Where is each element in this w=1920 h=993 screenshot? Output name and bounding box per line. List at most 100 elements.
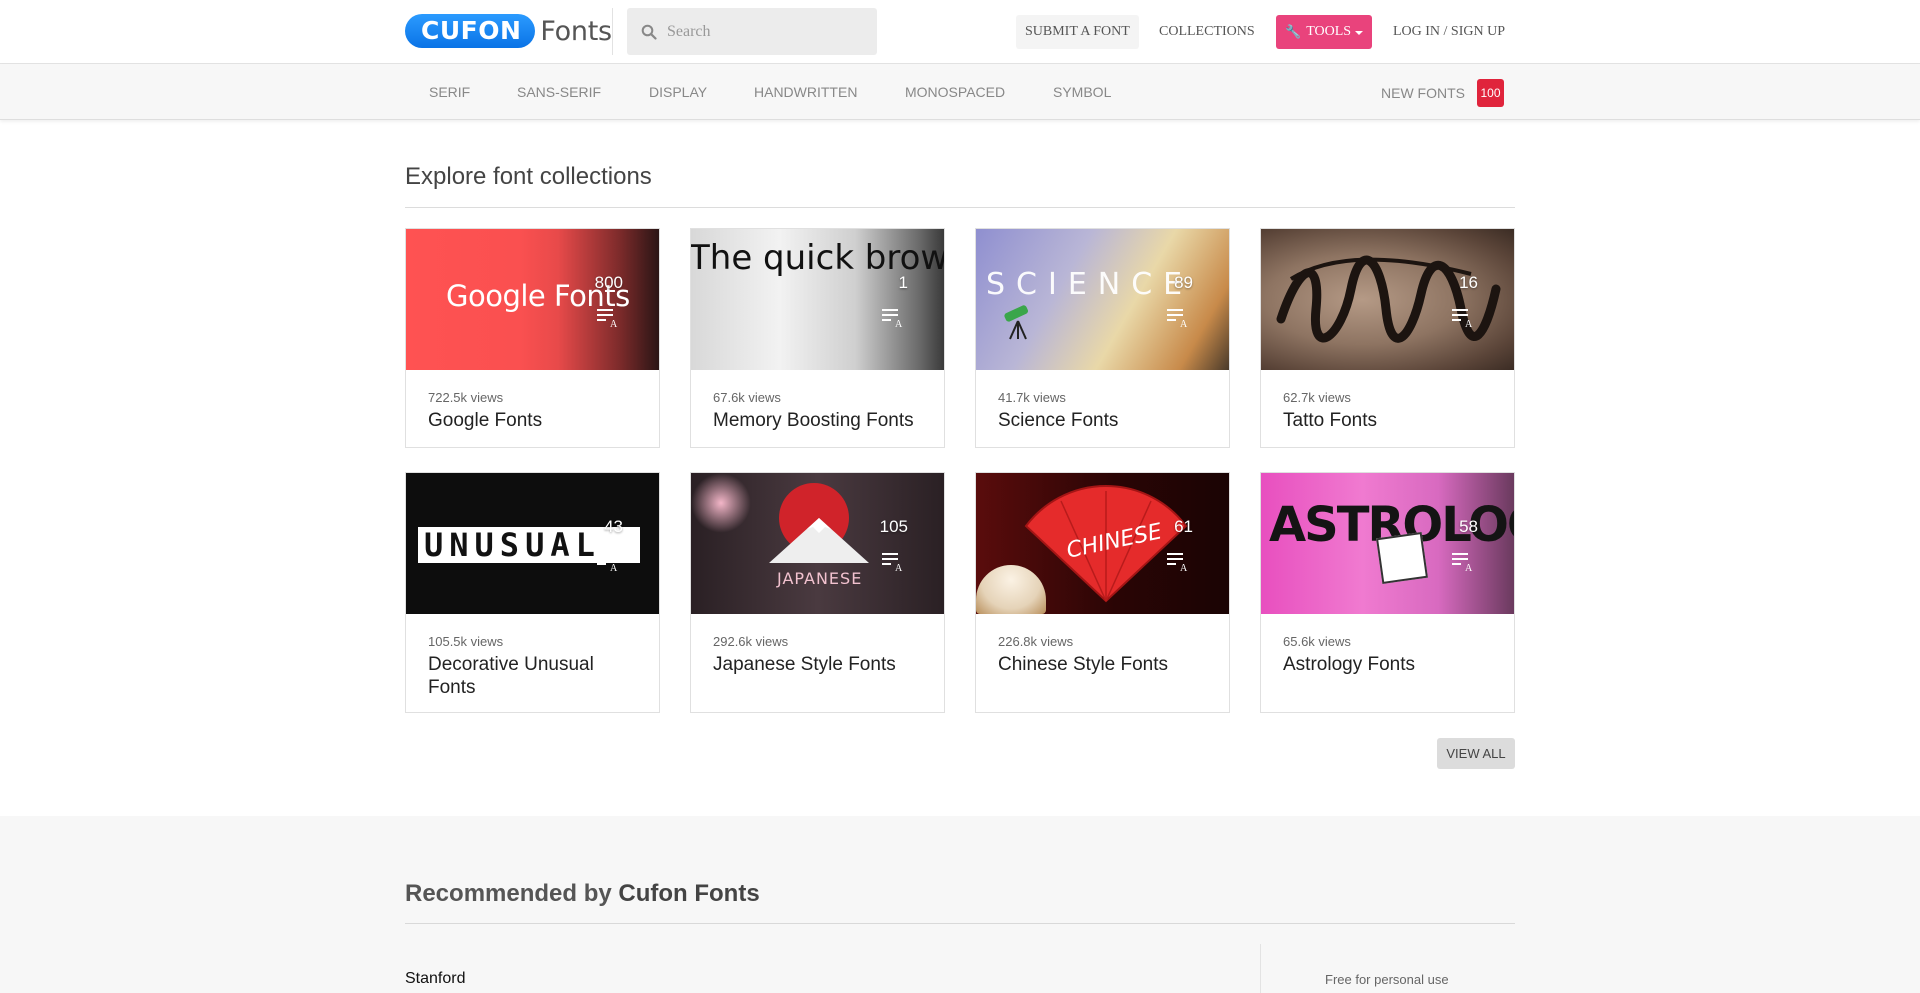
login-signup-link[interactable]: LOG IN / SIGN UP xyxy=(1393,15,1505,49)
view-all-button[interactable]: VIEW ALL xyxy=(1437,738,1515,769)
font-list-icon: A xyxy=(1452,553,1473,571)
collection-thumbnail: Google Fonts 800 A xyxy=(406,229,659,370)
new-fonts-link[interactable]: NEW FONTS 100 xyxy=(1381,79,1504,107)
collection-card-google-fonts[interactable]: Google Fonts 800 A 722.5k views Google F… xyxy=(405,228,660,448)
tools-dropdown-button[interactable]: 🔧 TOOLS xyxy=(1276,15,1373,49)
collection-thumbnail: JAPANESE 105 A xyxy=(691,473,944,614)
collection-name[interactable]: Science Fonts xyxy=(998,409,1207,432)
cherry-blossom-graphic xyxy=(691,473,751,533)
collection-name[interactable]: Decorative Unusual Fonts xyxy=(428,653,637,699)
recommended-title-brand: Cufon Fonts xyxy=(618,880,760,907)
svg-text:A: A xyxy=(895,563,903,571)
category-sans-serif[interactable]: SANS-SERIF xyxy=(517,64,601,120)
search-input[interactable] xyxy=(667,22,857,41)
recommended-title-bold: Recommended by xyxy=(405,880,612,907)
logo-word: Fonts xyxy=(540,15,612,47)
collection-thumbnail: UNUSUAL 43 A xyxy=(406,473,659,614)
recommended-divider xyxy=(405,923,1515,924)
category-serif[interactable]: SERIF xyxy=(429,64,470,120)
tattoo-script-image xyxy=(1276,255,1501,343)
category-monospaced[interactable]: MONOSPACED xyxy=(905,64,1005,120)
thumbnail-text: JAPANESE xyxy=(777,569,863,588)
font-count: 16 xyxy=(1459,273,1478,292)
collection-views: 62.7k views xyxy=(1283,390,1351,405)
collection-name[interactable]: Tatto Fonts xyxy=(1283,409,1492,432)
telescope-icon xyxy=(998,301,1038,341)
collections-link[interactable]: COLLECTIONS xyxy=(1159,15,1255,49)
thumbnail-text: SCIENCE xyxy=(986,267,1194,302)
wrench-icon: 🔧 xyxy=(1285,24,1302,39)
font-list-icon: A xyxy=(1167,309,1188,327)
search-icon xyxy=(641,24,657,40)
tarot-card-graphic xyxy=(1376,532,1428,584)
site-logo[interactable]: CUFON Fonts xyxy=(405,14,612,48)
font-count: 61 xyxy=(1174,517,1193,536)
svg-text:A: A xyxy=(1180,319,1188,327)
collection-card-japanese-style-fonts[interactable]: JAPANESE 105 A 292.6k views Japanese Sty… xyxy=(690,472,945,713)
collection-card-chinese-style-fonts[interactable]: CHINESE 61 A 226.8k views Chinese Style … xyxy=(975,472,1230,713)
font-list-icon: A xyxy=(882,553,903,571)
category-symbol[interactable]: SYMBOL xyxy=(1053,64,1111,120)
collection-name[interactable]: Japanese Style Fonts xyxy=(713,653,922,676)
collection-views: 226.8k views xyxy=(998,634,1074,649)
collection-views: 41.7k views xyxy=(998,390,1066,405)
recommended-title: Recommended by Cufon Fonts xyxy=(405,880,760,908)
collection-name[interactable]: Google Fonts xyxy=(428,409,637,432)
collection-views: 105.5k views xyxy=(428,634,504,649)
new-fonts-count-badge: 100 xyxy=(1477,79,1504,107)
font-count: 43 xyxy=(604,517,623,536)
collection-views: 67.6k views xyxy=(713,390,781,405)
recommended-font-license: Free for personal use xyxy=(1325,972,1449,987)
category-bar: SERIF SANS-SERIF DISPLAY HANDWRITTEN MON… xyxy=(0,64,1920,120)
category-display[interactable]: DISPLAY xyxy=(649,64,707,120)
collection-thumbnail: The quick brown 1 A xyxy=(691,229,944,370)
header-divider xyxy=(612,8,613,55)
font-count: 58 xyxy=(1459,517,1478,536)
font-list-icon: A xyxy=(882,309,903,327)
font-count: 105 xyxy=(879,517,908,536)
collection-thumbnail: 16 A xyxy=(1261,229,1514,370)
collection-name[interactable]: Memory Boosting Fonts xyxy=(713,409,922,432)
svg-text:A: A xyxy=(895,319,903,327)
font-list-icon: A xyxy=(597,309,618,327)
collections-title: Explore font collections xyxy=(405,163,652,190)
new-fonts-label: NEW FONTS xyxy=(1381,85,1465,101)
collection-thumbnail: ASTROLOGY 58 A xyxy=(1261,473,1514,614)
font-count: 1 xyxy=(898,273,908,292)
caret-down-icon xyxy=(1355,30,1364,35)
svg-text:A: A xyxy=(1465,319,1473,327)
collection-name[interactable]: Chinese Style Fonts xyxy=(998,653,1207,676)
collection-card-tatto-fonts[interactable]: 16 A 62.7k views Tatto Fonts xyxy=(1260,228,1515,448)
submit-font-button[interactable]: SUBMIT A FONT xyxy=(1016,15,1139,49)
font-list-icon: A xyxy=(1452,309,1473,327)
top-header: CUFON Fonts SUBMIT A FONT COLLECTIONS 🔧 … xyxy=(0,0,1920,64)
collection-views: 65.6k views xyxy=(1283,634,1351,649)
collection-thumbnail: CHINESE 61 A xyxy=(976,473,1229,614)
svg-text:A: A xyxy=(1180,563,1188,571)
recommended-column-divider xyxy=(1260,944,1261,993)
font-list-icon: A xyxy=(1167,553,1188,571)
collection-name[interactable]: Astrology Fonts xyxy=(1283,653,1492,676)
collection-card-science-fonts[interactable]: SCIENCE 89 A 41.7k views Science Fonts xyxy=(975,228,1230,448)
collection-thumbnail: SCIENCE 89 A xyxy=(976,229,1229,370)
font-count: 800 xyxy=(594,273,623,292)
thumbnail-text: UNUSUAL xyxy=(424,526,601,564)
svg-text:A: A xyxy=(610,563,618,571)
svg-text:A: A xyxy=(1465,563,1473,571)
mountain-graphic xyxy=(769,518,869,563)
recommended-font-name[interactable]: Stanford xyxy=(405,970,465,988)
collection-views: 292.6k views xyxy=(713,634,789,649)
font-count: 89 xyxy=(1174,273,1193,292)
font-list-icon: A xyxy=(597,553,618,571)
tools-label: TOOLS xyxy=(1306,24,1352,39)
collection-views: 722.5k views xyxy=(428,390,504,405)
category-handwritten[interactable]: HANDWRITTEN xyxy=(754,64,857,120)
logo-badge: CUFON xyxy=(405,14,536,48)
collection-card-memory-boosting-fonts[interactable]: The quick brown 1 A 67.6k views Memory B… xyxy=(690,228,945,448)
search-box[interactable] xyxy=(627,8,877,55)
svg-text:A: A xyxy=(610,319,618,327)
thumbnail-text: The quick brown xyxy=(691,238,944,278)
collection-card-astrology-fonts[interactable]: ASTROLOGY 58 A 65.6k views Astrology Fon… xyxy=(1260,472,1515,713)
collections-divider xyxy=(405,207,1515,208)
collection-card-decorative-unusual-fonts[interactable]: UNUSUAL 43 A 105.5k views Decorative Unu… xyxy=(405,472,660,713)
